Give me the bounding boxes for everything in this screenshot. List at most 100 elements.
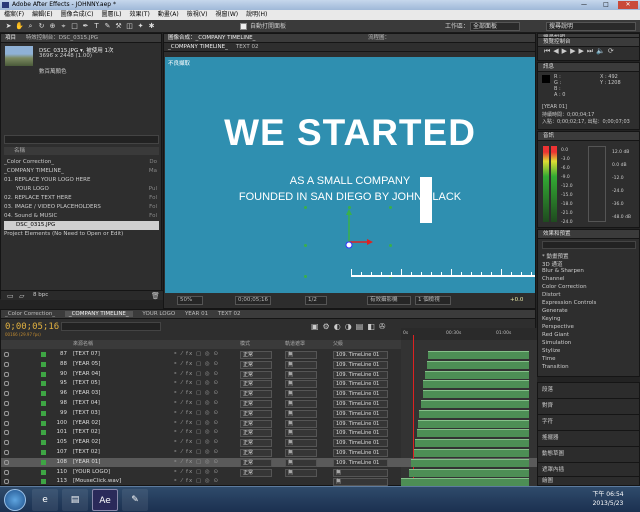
tab-effect-controls[interactable]: 特效控制台：DSC_0315.JPG xyxy=(26,35,98,41)
project-folder[interactable]: 01. REPLACE YOUR LOGO HERE xyxy=(4,176,159,185)
layer-name[interactable]: [TEXT 03] xyxy=(73,409,168,419)
layer-switches-icon[interactable]: ⚬ ⁄ fx ▢ ◎ ⊙ xyxy=(173,419,219,429)
layer-mode-select[interactable]: 正常 xyxy=(240,360,272,369)
label-color-icon[interactable] xyxy=(41,450,46,455)
effects-search-input[interactable] xyxy=(542,241,636,249)
layer-mode-select[interactable]: 正常 xyxy=(240,468,272,477)
layer-name[interactable]: [YEAR 03] xyxy=(73,389,168,399)
views-select[interactable]: 1 個檢視 xyxy=(415,296,451,305)
anchor-point[interactable] xyxy=(304,275,307,278)
layer-name[interactable]: [YEAR 02] xyxy=(73,419,168,429)
menu-effect[interactable]: 效果(T) xyxy=(130,10,150,20)
layer-switches-icon[interactable]: ⚬ ⁄ fx ▢ ◎ ⊙ xyxy=(173,370,219,380)
project-column-header[interactable]: 名稱 xyxy=(4,147,159,155)
layer-switches-icon[interactable]: ⚬ ⁄ fx ▢ ◎ ⊙ xyxy=(173,438,219,448)
layer-mode-select[interactable]: 正常 xyxy=(240,449,272,457)
camera-tool-icon[interactable]: ⊕ xyxy=(48,22,57,31)
track-matte-select[interactable]: 無 xyxy=(285,380,317,389)
pen-tool-icon[interactable]: ✒ xyxy=(81,22,90,31)
visibility-eye-icon[interactable] xyxy=(4,401,9,406)
type-tool-icon[interactable]: T xyxy=(92,22,101,31)
current-time-display[interactable]: 0;00;05;16 xyxy=(235,296,271,305)
layer-duration-bar[interactable] xyxy=(411,458,529,467)
rotate-tool-icon[interactable]: ↻ xyxy=(37,22,46,31)
workspace-select[interactable]: 全部面板 xyxy=(470,22,520,31)
project-item[interactable]: _COMPANY TIMELINE_ Ma xyxy=(4,167,159,176)
maximize-button[interactable]: □ xyxy=(596,1,616,9)
label-color-icon[interactable] xyxy=(41,479,46,485)
layer-duration-bar[interactable] xyxy=(421,400,529,408)
effects-category[interactable]: Transition xyxy=(542,364,569,370)
label-color-icon[interactable] xyxy=(41,440,46,446)
col-track-matte[interactable]: 軌道遮罩 xyxy=(285,340,305,349)
timeline-tab[interactable]: _Color Correction_ xyxy=(5,311,55,317)
label-color-icon[interactable] xyxy=(41,371,46,377)
parent-select[interactable]: 109. TimeLine 01 xyxy=(333,409,388,418)
parent-select[interactable]: 109. TimeLine 01 xyxy=(333,380,388,389)
menu-layer[interactable]: 圖層(L) xyxy=(102,10,122,20)
track-matte-select[interactable]: 無 xyxy=(285,370,317,379)
subtab-text-02[interactable]: TEXT 02 xyxy=(236,44,259,50)
visibility-eye-icon[interactable] xyxy=(4,440,9,446)
label-color-icon[interactable] xyxy=(41,401,46,406)
layer-mode-select[interactable]: 正常 xyxy=(240,439,272,448)
layer-duration-bar[interactable] xyxy=(428,351,529,359)
label-color-icon[interactable] xyxy=(41,352,46,357)
track-matte-select[interactable]: 無 xyxy=(285,449,317,457)
track-matte-select[interactable]: 無 xyxy=(285,419,317,428)
parent-select[interactable]: 109. TimeLine 01 xyxy=(333,449,388,457)
bit-depth[interactable]: 8 bpc xyxy=(33,292,48,298)
visibility-eye-icon[interactable] xyxy=(4,430,9,436)
eraser-tool-icon[interactable]: ◫ xyxy=(125,22,134,31)
layer-mode-select[interactable]: 正常 xyxy=(240,351,272,359)
parent-select[interactable]: 無 xyxy=(333,468,388,477)
interpret-footage-icon[interactable]: ▭ xyxy=(7,292,14,300)
tab-project[interactable]: 項目 xyxy=(5,35,16,41)
puppet-tool-icon[interactable]: ✱ xyxy=(147,22,156,31)
effects-category[interactable]: * 動畫預置 xyxy=(542,252,569,260)
effects-category[interactable]: Blur & Sharpen xyxy=(542,268,584,274)
anchor-point[interactable] xyxy=(389,206,392,209)
project-folder[interactable]: Project Elements (No Need to Open or Edi… xyxy=(4,230,159,239)
composition-viewer[interactable]: 不良擷取 WE STARTED AS A SMALL COMPANY FOUND… xyxy=(165,57,535,293)
label-color-icon[interactable] xyxy=(41,361,46,367)
parent-select[interactable]: 109. TimeLine 01 xyxy=(333,419,388,428)
rect-mask-tool-icon[interactable]: □ xyxy=(70,22,79,31)
effects-category[interactable]: 3D 通道 xyxy=(542,260,562,268)
paint-panel[interactable]: 繪圖 xyxy=(537,476,640,486)
menu-animation[interactable]: 動畫(A) xyxy=(158,10,179,20)
layer-duration-bar[interactable] xyxy=(425,370,529,379)
label-color-icon[interactable] xyxy=(41,459,46,465)
effects-category[interactable]: Keying xyxy=(542,316,560,322)
visibility-eye-icon[interactable] xyxy=(4,450,9,455)
parent-select[interactable]: 109. TimeLine 01 xyxy=(333,429,388,438)
roto-tool-icon[interactable]: ✦ xyxy=(136,22,145,31)
layer-switches-icon[interactable]: ⚬ ⁄ fx ▢ ◎ ⊙ xyxy=(173,389,219,399)
layer-duration-bar[interactable] xyxy=(409,468,529,477)
layer-mode-select[interactable]: 正常 xyxy=(240,419,272,428)
parent-select[interactable]: 109. TimeLine 01 xyxy=(333,351,388,359)
project-item[interactable]: _Color Correction_ Do xyxy=(4,158,159,167)
layer-duration-bar[interactable] xyxy=(417,429,529,438)
label-color-icon[interactable] xyxy=(41,420,46,426)
flowchart-tab[interactable]: 流程圖： xyxy=(368,34,390,43)
effects-category[interactable]: Color Correction xyxy=(542,284,587,290)
pan-behind-tool-icon[interactable]: ⌖ xyxy=(59,22,68,31)
layer-name[interactable]: [YOUR LOGO] xyxy=(73,468,168,478)
layer-name[interactable]: [TEXT 05] xyxy=(73,379,168,389)
time-ruler[interactable]: 0s 00:30s 01:00s xyxy=(401,328,537,340)
layer-switches-icon[interactable]: ⚬ ⁄ fx ▢ ◎ ⊙ xyxy=(173,428,219,438)
layer-switches-icon[interactable]: ⚬ ⁄ fx ▢ ◎ ⊙ xyxy=(173,350,219,360)
parent-select[interactable]: 109. TimeLine 01 xyxy=(333,360,388,369)
label-color-icon[interactable] xyxy=(41,469,46,475)
label-color-icon[interactable] xyxy=(41,430,46,436)
camera-select[interactable]: 有效攝影機 xyxy=(367,296,411,305)
layer-switches-icon[interactable]: ⚬ ⁄ fx ▢ ◎ ⊙ xyxy=(173,379,219,389)
layer-switches-icon[interactable]: ⚬ ⁄ fx ▢ ◎ ⊙ xyxy=(173,409,219,419)
track-matte-select[interactable]: 無 xyxy=(285,429,317,438)
track-matte-select[interactable]: 無 xyxy=(285,439,317,448)
tab-composition[interactable]: 圖像合成：_COMPANY TIMELINE_ xyxy=(168,35,255,41)
effects-category[interactable]: Simulation xyxy=(542,340,571,346)
layer-duration-bar[interactable] xyxy=(415,439,529,448)
resolution-select[interactable]: 1/2 xyxy=(305,296,327,305)
